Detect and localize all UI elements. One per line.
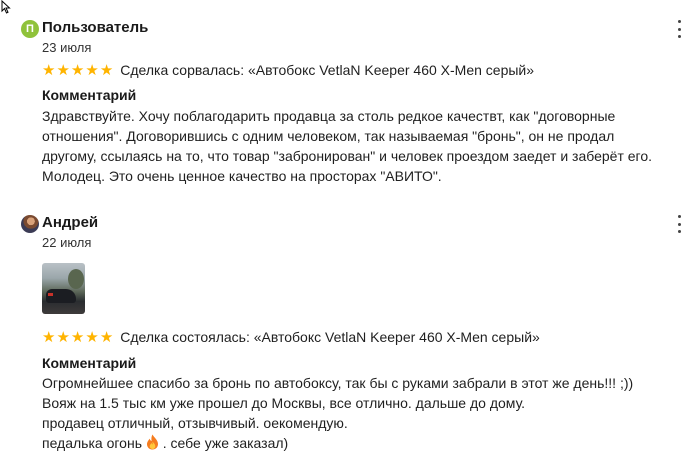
review-author[interactable]: Пользователь xyxy=(42,19,148,36)
comment-text: Здравствуйте. Хочу поблагодарить продавц… xyxy=(42,106,692,186)
rating-stars: ★ ★ ★ ★ ★ xyxy=(42,330,113,345)
star-icon: ★ xyxy=(56,61,70,79)
deal-status: Сделка состоялась: «Автобокс VetlaN Keep… xyxy=(120,329,540,345)
comment-line: отношения". Договорившись с одним челове… xyxy=(42,128,615,144)
comment-line: другому, ссылаясь на то, что товар "забр… xyxy=(42,148,653,164)
review-photo-thumbnail[interactable] xyxy=(42,263,85,314)
avatar[interactable] xyxy=(21,215,39,233)
more-vertical-icon[interactable] xyxy=(676,20,682,38)
comment-line: продавец отличный, отзывчивый. оекоменду… xyxy=(42,415,348,431)
review-date: 23 июля xyxy=(42,40,92,55)
star-icon: ★ xyxy=(99,61,114,79)
star-icon: ★ xyxy=(85,61,99,79)
comment-line: Вояж на 1.5 тыс км уже прошел до Москвы,… xyxy=(42,395,526,411)
star-icon: ★ xyxy=(99,328,114,346)
avatar[interactable]: П xyxy=(21,20,39,38)
deal-status: Сделка сорвалась: «Автобокс VetlaN Keepe… xyxy=(120,62,535,78)
comment-line: Молодец. Это очень ценное качество на пр… xyxy=(42,168,442,184)
star-icon: ★ xyxy=(85,328,99,346)
star-icon: ★ xyxy=(70,328,85,346)
cursor-arrow-icon xyxy=(1,0,11,14)
comment-line: Здравствуйте. Хочу поблагодарить продавц… xyxy=(42,108,616,124)
star-icon: ★ xyxy=(70,61,85,79)
comment-text-part: . себе уже заказал) xyxy=(158,435,289,451)
review-date: 22 июля xyxy=(42,235,92,250)
fire-emoji-icon xyxy=(146,434,158,450)
more-vertical-icon[interactable] xyxy=(676,215,682,233)
star-icon: ★ xyxy=(56,328,70,346)
comment-heading: Комментарий xyxy=(42,87,137,103)
comment-line: педалька огонь . себе уже заказал) xyxy=(42,433,692,453)
rating-row: ★ ★ ★ ★ ★ Сделка сорвалась: «Автобокс Ve… xyxy=(42,62,534,78)
star-icon: ★ xyxy=(42,328,56,346)
rating-row: ★ ★ ★ ★ ★ Сделка состоялась: «Автобокс V… xyxy=(42,329,540,345)
comment-text-part: педалька огонь xyxy=(42,435,146,451)
comment-line: Огромнейшее спасибо за бронь по автобокс… xyxy=(42,375,634,391)
comment-text: Огромнейшее спасибо за бронь по автобокс… xyxy=(42,373,692,453)
rating-stars: ★ ★ ★ ★ ★ xyxy=(42,63,113,78)
review-author[interactable]: Андрей xyxy=(42,214,98,231)
comment-heading: Комментарий xyxy=(42,355,137,371)
star-icon: ★ xyxy=(42,61,56,79)
